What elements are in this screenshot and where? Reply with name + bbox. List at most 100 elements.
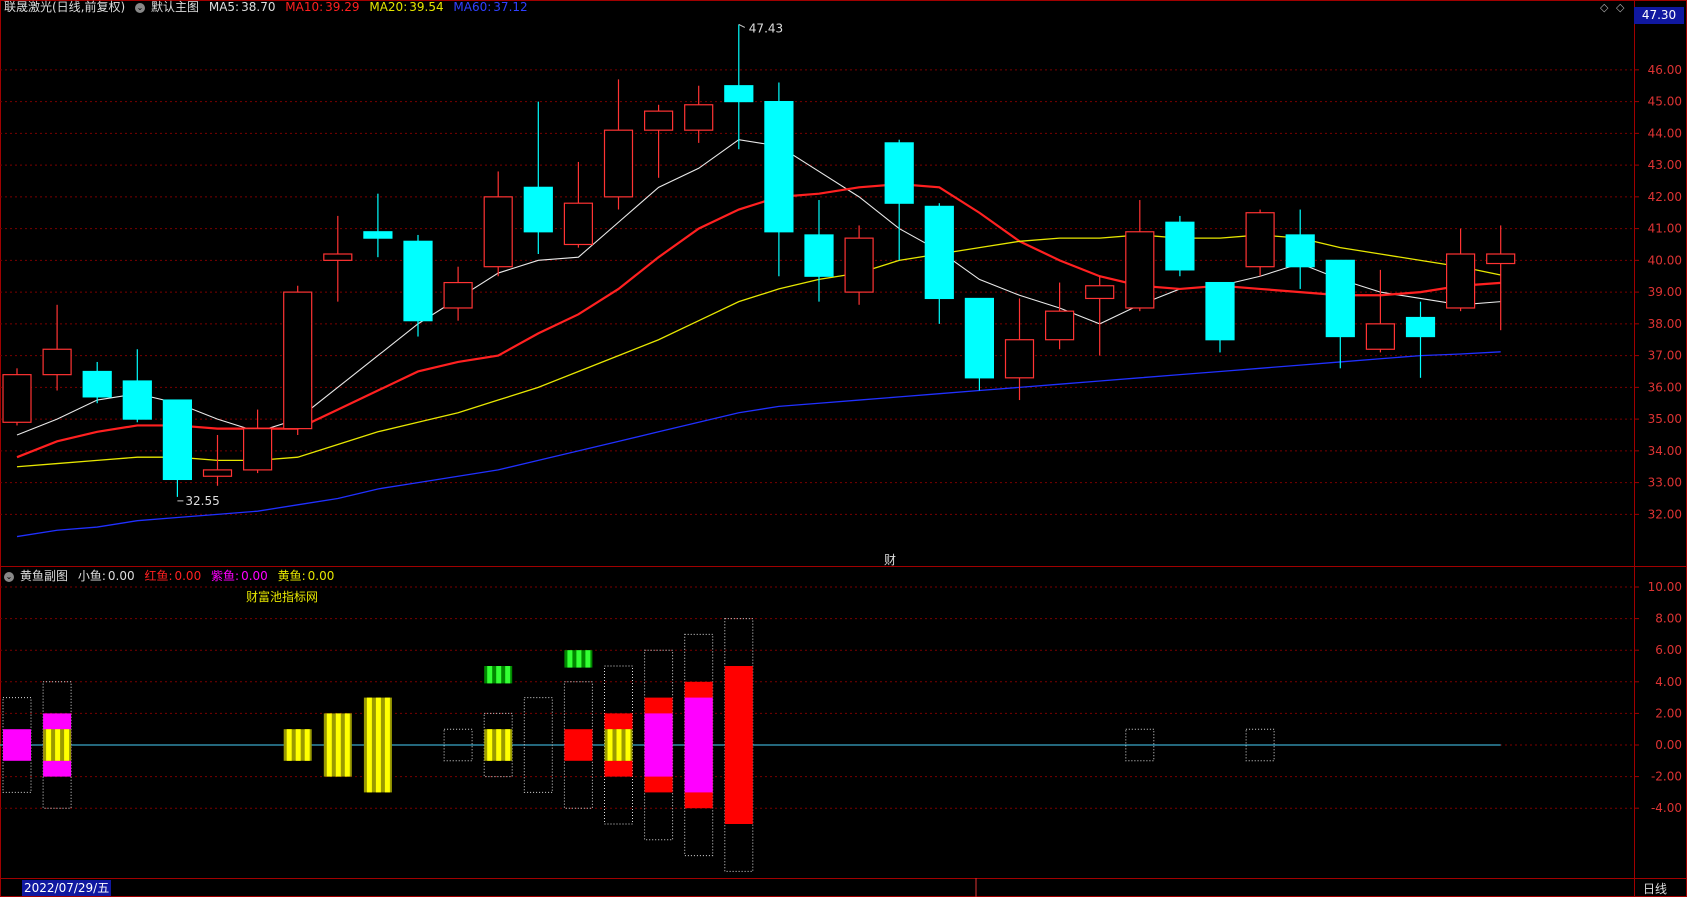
fish-yellow-stripe (505, 729, 511, 761)
cursor-date: 2022/07/29/五 (22, 880, 112, 896)
current-price-box: 47.30 (1634, 7, 1684, 24)
candle-body (82, 370, 112, 398)
sub-y-tick-label: -2.00 (1651, 770, 1682, 784)
fish-yellow-stripe (55, 729, 61, 761)
main-y-tick-label: 39.00 (1648, 285, 1682, 299)
candle-body (243, 428, 273, 471)
fish-yellow-stripe (625, 729, 631, 761)
diamond-icon-2[interactable]: ◇ (1616, 1, 1624, 14)
fish-green-marker (564, 650, 593, 668)
candle-body (643, 110, 674, 131)
fish-green-stripe (576, 650, 582, 668)
purple-fish-label: 紫鱼: (211, 569, 240, 583)
candle-body (403, 240, 433, 322)
fish-yellow-stripe (344, 713, 350, 777)
main-y-tick-label: 44.00 (1648, 126, 1682, 140)
candle-body (443, 281, 473, 309)
main-y-tick-label: 37.00 (1648, 349, 1682, 363)
sub-y-tick-label: 10.00 (1648, 580, 1682, 594)
candle-body (884, 142, 914, 204)
sub-y-tick-label: 4.00 (1655, 675, 1682, 689)
fish-yellow-stripe (295, 729, 301, 761)
candle-body (1165, 221, 1195, 271)
fish-yellow-stripe (616, 729, 622, 761)
fish-green-stripe (585, 650, 591, 668)
sub-y-tick-label: 8.00 (1655, 612, 1682, 626)
ma5-line (16, 139, 1501, 436)
sub-header: ⌄ 黄鱼副图 小鱼: 0.00 红鱼: 0.00 紫鱼: 0.00 黄鱼: 0.00 (4, 569, 340, 583)
candle-body (1085, 285, 1115, 300)
candle-body (1405, 316, 1436, 338)
ma20-line (16, 234, 1501, 468)
fish-green-stripe (567, 650, 573, 668)
sub-panel-name: 黄鱼副图 (20, 569, 69, 583)
small-fish-value: 0.00 (107, 569, 135, 583)
candle-body (1486, 253, 1516, 265)
fish-yellow-stripe (496, 729, 502, 761)
fish-yellow-stripe (286, 729, 292, 761)
candle-body (122, 380, 152, 420)
fish-yellow-stripe (607, 729, 613, 761)
fish-yellow-bar (604, 729, 633, 761)
sub-panel-menu-icon[interactable]: ⌄ (4, 571, 14, 582)
fish-yellow-bar (363, 697, 392, 793)
main-y-tick-label: 32.00 (1648, 507, 1682, 521)
main-y-tick-label: 38.00 (1648, 317, 1682, 331)
sub-y-tick-label: -4.00 (1651, 801, 1682, 815)
fish-yellow-bar (43, 729, 72, 761)
main-y-tick-label: 33.00 (1648, 476, 1682, 490)
fish-yellow-bar (484, 729, 513, 761)
fish-green-stripe (496, 666, 502, 684)
candle-body (523, 186, 553, 233)
ma20-label: MA20: (369, 0, 408, 14)
candle-body (323, 253, 353, 261)
period-label[interactable]: 日线 (1643, 880, 1667, 897)
candle-body (964, 297, 995, 379)
candle-body (844, 237, 874, 293)
ma10-value: 39.29 (325, 0, 360, 14)
fish-green-stripe (505, 666, 511, 684)
fish-green-stripe (487, 666, 493, 684)
main-y-tick-label: 34.00 (1648, 444, 1682, 458)
red-fish-label: 红鱼: (144, 569, 173, 583)
fish-red-bar (724, 666, 753, 824)
main-header: 联晟激光(日线,前复权) ⌄ 默认主图 MA5: 38.70 MA10: 39.29 … (4, 0, 534, 14)
diamond-icon[interactable]: ◇ (1600, 1, 1608, 14)
fish-yellow-stripe (335, 713, 341, 777)
candle-body (563, 202, 594, 246)
candle-body (162, 399, 192, 481)
low-annotation: 32.55 (185, 494, 219, 508)
candle-body (724, 85, 754, 103)
candle-body (1285, 234, 1315, 268)
fish-magenta-bar (644, 713, 673, 777)
candle-body (1004, 339, 1035, 379)
main-y-tick-label: 45.00 (1648, 95, 1682, 109)
fish-yellow-stripe (326, 713, 332, 777)
candle-body (1365, 323, 1396, 350)
small-fish-label: 小鱼: (77, 569, 106, 583)
sub-y-tick-label: 2.00 (1655, 706, 1682, 720)
fish-yellow-stripe (375, 697, 381, 793)
main-y-tick-label: 36.00 (1648, 380, 1682, 394)
stock-chart[interactable]: 32.00 33.00 34.00 35.00 36.00 37.00 38.00 39.00… (0, 0, 1687, 897)
yellow-fish-label: 黄鱼: (277, 569, 306, 583)
main-y-tick-label: 43.00 (1648, 158, 1682, 172)
candle-body (684, 104, 714, 131)
ma20-value: 39.54 (409, 0, 444, 14)
candle-body (1205, 281, 1235, 341)
fish-yellow-stripe (304, 729, 310, 761)
candle-body (924, 205, 954, 300)
fish-yellow-bar (283, 729, 312, 761)
high-annotation: 47.43 (749, 21, 783, 35)
candle-body (1245, 212, 1275, 268)
candle-body (42, 348, 72, 376)
ma60-label: MA60: (453, 0, 492, 14)
fish-yellow-stripe (384, 697, 390, 793)
candle-body (483, 196, 513, 268)
candle-body (804, 234, 834, 277)
cai-marker[interactable]: 财 (884, 551, 896, 568)
ma5-value: 38.70 (241, 0, 276, 14)
main-y-tick-label: 35.00 (1648, 412, 1682, 426)
sub-y-tick-label: 6.00 (1655, 643, 1682, 657)
panel-menu-icon[interactable]: ⌄ (135, 2, 146, 13)
